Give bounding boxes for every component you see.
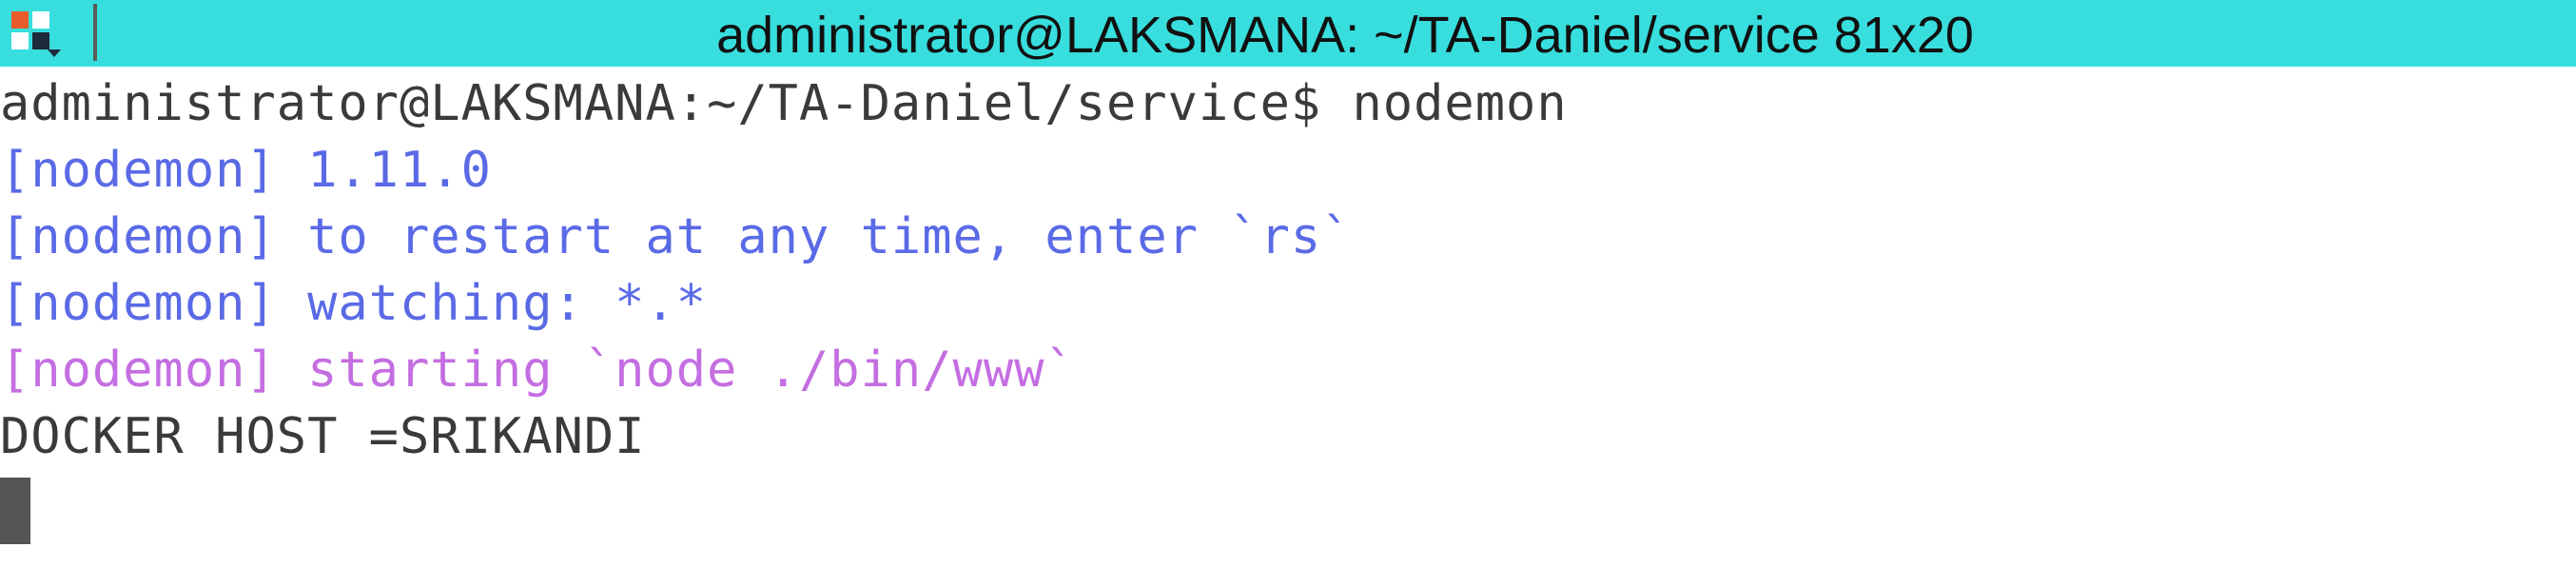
terminal-line-nodemon-restart-hint: [nodemon] to restart at any time, enter … [0, 208, 1353, 265]
title-bar[interactable]: administrator@LAKSMANA: ~/TA-Daniel/serv… [0, 0, 2576, 67]
terminal-window: administrator@LAKSMANA: ~/TA-Daniel/serv… [0, 0, 2576, 567]
terminal-line-nodemon-version: [nodemon] 1.11.0 [0, 142, 492, 199]
terminal-output[interactable]: administrator@LAKSMANA:~/TA-Daniel/servi… [0, 70, 2576, 567]
window-title: administrator@LAKSMANA: ~/TA-Daniel/serv… [716, 7, 1974, 64]
terminal-line-nodemon-watching: [nodemon] watching: *.* [0, 275, 708, 332]
terminal-line-nodemon-starting: [nodemon] starting `node ./bin/www` [0, 342, 1076, 399]
block-cursor [0, 478, 30, 544]
terminal-line-docker-host: DOCKER HOST =SRIKANDI [0, 408, 646, 465]
terminal-line-prompt: administrator@LAKSMANA:~/TA-Daniel/servi… [0, 75, 1568, 132]
